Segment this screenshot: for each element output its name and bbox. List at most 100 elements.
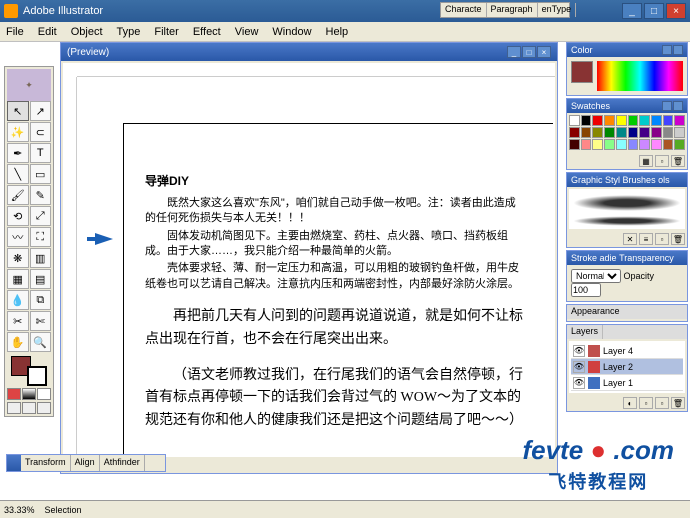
screen-normal[interactable] [7,402,21,414]
swatch-item[interactable] [569,115,580,126]
scissors-tool[interactable]: ✄ [30,311,52,331]
trans-tab[interactable]: Transparency [619,253,674,263]
paintbrush-tool[interactable]: 🖌 [7,185,29,205]
transform-panel[interactable]: Transform Align Athfinder [6,454,166,472]
make-clip-icon[interactable]: ◐ [623,397,637,409]
slice-tool[interactable]: ✂ [7,311,29,331]
new-layer-icon[interactable]: ▫ [655,397,669,409]
panel-min[interactable] [662,45,672,55]
free-transform-tool[interactable]: ⛶ [30,227,52,247]
swatch-item[interactable] [628,127,639,138]
none-mode[interactable] [37,388,51,400]
swatch-item[interactable] [604,115,615,126]
rectangle-tool[interactable]: ▭ [30,164,52,184]
swatch-item[interactable] [569,139,580,150]
menu-effect[interactable]: Effect [193,26,221,38]
symbol-sprayer-tool[interactable]: ❋ [7,248,29,268]
document-titlebar[interactable]: (Preview) _ □ × [61,43,557,61]
swatch-item[interactable] [592,139,603,150]
lasso-tool[interactable]: ⊂ [30,122,52,142]
color-mode[interactable] [7,388,21,400]
swatch-item[interactable] [674,115,685,126]
eyedropper-tool[interactable]: 💧 [7,290,29,310]
menu-window[interactable]: Window [272,26,311,38]
pencil-tool[interactable]: ✎ [30,185,52,205]
styles-tab[interactable]: Graphic Styl [571,175,620,185]
layer-row[interactable]: 👁Layer 4 [571,343,683,359]
ruler-vertical[interactable] [63,77,77,457]
transform-tab[interactable]: Transform [21,455,71,471]
tab-opentype[interactable]: enType [538,3,577,17]
tab-character[interactable]: Characte [441,3,487,17]
gradient-tool[interactable]: ▤ [30,269,52,289]
doc-max[interactable]: □ [522,46,536,58]
brush-item[interactable] [573,195,681,211]
type-tool[interactable]: T [30,143,52,163]
menu-edit[interactable]: Edit [38,26,57,38]
status-zoom[interactable]: 33.33% [4,505,35,515]
swatch-item[interactable] [616,127,627,138]
rotate-tool[interactable]: ⟲ [7,206,29,226]
swatch-item[interactable] [581,127,592,138]
mesh-tool[interactable]: ▦ [7,269,29,289]
zoom-tool[interactable]: 🔍 [30,332,52,352]
swatch-item[interactable] [628,139,639,150]
delete-brush-icon[interactable]: 🗑 [671,233,685,245]
visibility-icon[interactable]: 👁 [573,377,585,389]
swatch-item[interactable] [639,139,650,150]
panel-min[interactable] [662,101,672,111]
layers-tab[interactable]: Layers [567,325,603,339]
swatch-item[interactable] [592,127,603,138]
swatch-item[interactable] [639,115,650,126]
direct-selection-tool[interactable]: ↗ [30,101,52,121]
symbols-tab[interactable]: ols [658,175,670,185]
swatch-item[interactable] [604,139,615,150]
selection-tool[interactable]: ↖ [7,101,29,121]
remove-brush-icon[interactable]: ✕ [623,233,637,245]
swatch-item[interactable] [581,115,592,126]
layer-row[interactable]: 👁Layer 2 [571,359,683,375]
panel-close[interactable] [673,101,683,111]
swatch-item[interactable] [674,139,685,150]
magic-wand-tool[interactable]: ✨ [7,122,29,142]
text-content[interactable]: 导弹DIY 既然大家这么喜欢"东风"，咱们就自己动手做一枚吧。注：读者由此造成的… [145,173,525,434]
graph-tool[interactable]: ▥ [30,248,52,268]
stroke-tab[interactable]: Stroke [571,253,597,263]
minimize-button[interactable]: _ [622,3,642,19]
brush-list[interactable] [569,189,685,229]
blend-mode-select[interactable]: Normal [571,269,621,283]
visibility-icon[interactable]: 👁 [573,361,585,373]
align-tab[interactable]: Align [71,455,100,471]
close-button[interactable]: × [666,3,686,19]
new-swatch-icon[interactable]: ▫ [655,155,669,167]
line-tool[interactable]: ╲ [7,164,29,184]
warp-tool[interactable]: 〰 [7,227,29,247]
delete-layer-icon[interactable]: 🗑 [671,397,685,409]
swatch-item[interactable] [569,127,580,138]
swatch-item[interactable] [674,127,685,138]
layers-list[interactable]: 👁Layer 4👁Layer 2👁Layer 1 [569,341,685,393]
brushes-tab[interactable]: Brushes [623,175,656,185]
gradient-mode[interactable] [22,388,36,400]
tab-paragraph[interactable]: Paragraph [487,3,538,17]
brush-item[interactable] [573,216,681,226]
swatch-item[interactable] [663,139,674,150]
delete-swatch-icon[interactable]: 🗑 [671,155,685,167]
screen-full-menu[interactable] [22,402,36,414]
brush-options-icon[interactable]: ≡ [639,233,653,245]
color-preview[interactable] [571,61,593,83]
swatch-item[interactable] [651,139,662,150]
pen-tool[interactable]: ✒ [7,143,29,163]
swatches-grid[interactable] [567,113,687,153]
new-brush-icon[interactable]: ▫ [655,233,669,245]
swatch-item[interactable] [628,115,639,126]
menu-help[interactable]: Help [326,26,349,38]
ruler-horizontal[interactable] [77,63,555,77]
doc-close[interactable]: × [537,46,551,58]
blend-tool[interactable]: ⧉ [30,290,52,310]
maximize-button[interactable]: □ [644,3,664,19]
color-spectrum[interactable] [597,61,683,91]
swatch-item[interactable] [651,115,662,126]
scale-tool[interactable]: ⤢ [30,206,52,226]
canvas[interactable]: 导弹DIY 既然大家这么喜欢"东风"，咱们就自己动手做一枚吧。注：读者由此造成的… [63,63,555,457]
